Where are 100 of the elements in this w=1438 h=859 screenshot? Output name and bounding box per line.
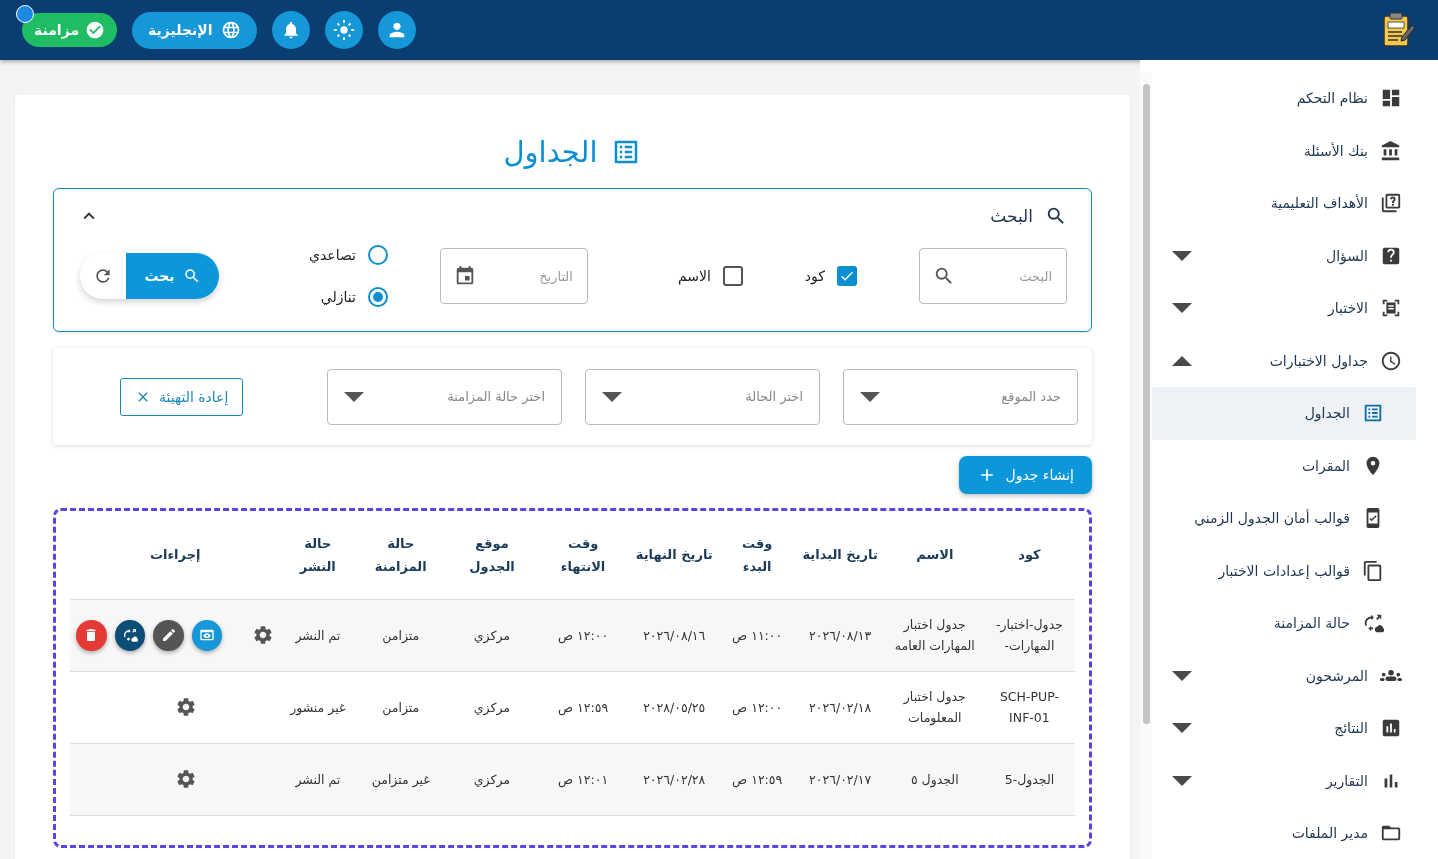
table-cell: ١٢:٠٠ ص: [537, 599, 629, 671]
table-cell: ١٢:٠٠ ص: [719, 671, 795, 743]
settings-button[interactable]: [252, 624, 275, 646]
scrollbar-thumb[interactable]: [1142, 84, 1150, 724]
radio-label[interactable]: تنازلي: [320, 289, 356, 305]
sun-icon: [332, 19, 355, 41]
settings-button[interactable]: [175, 768, 198, 790]
checkbox[interactable]: [722, 266, 743, 286]
gear-icon: [252, 624, 275, 646]
cloud-sync-icon: [121, 627, 138, 643]
sidebar-item[interactable]: المقرات: [1152, 439, 1416, 492]
checkbox-label[interactable]: كود: [804, 268, 825, 284]
clipboard-logo-icon: [1380, 11, 1416, 49]
preview-icon: [199, 627, 216, 643]
sidebar-item[interactable]: نظام التحكم: [1152, 72, 1416, 125]
date-field[interactable]: التاريخ: [439, 248, 588, 304]
sidebar-item[interactable]: قوالب إعدادات الاختبار: [1152, 544, 1416, 597]
table-cell: ١٢:٥٩ ص: [537, 671, 629, 743]
settings-button[interactable]: [175, 696, 198, 718]
table-cell: ٢٠٢٦/٠٢/١٧: [794, 743, 886, 815]
table-cell: مركزي: [446, 671, 538, 743]
cloud-sync-icon: [1362, 612, 1384, 635]
search-field[interactable]: البحث: [919, 248, 1067, 304]
column-header: كود: [983, 511, 1075, 599]
table-cell: جدول اختبار المهارات العامه: [885, 599, 984, 671]
bank-icon: [1380, 139, 1402, 162]
column-header: إجراءات: [70, 511, 281, 599]
clock-icon: [1380, 349, 1402, 372]
copy-icon: [1362, 559, 1384, 582]
sidebar-item[interactable]: قوالب أمان الجدول الزمني: [1152, 492, 1416, 545]
column-header: وقت البدء: [719, 511, 795, 599]
refresh-icon: [93, 266, 113, 286]
checkbox-label[interactable]: الاسم: [677, 268, 711, 284]
globe-icon: [220, 20, 241, 40]
table-cell: غير منشور: [280, 671, 356, 743]
sidebar-item[interactable]: حالة المزامنة: [1152, 597, 1416, 650]
radio-button[interactable]: [367, 245, 388, 265]
column-header: الاسم: [885, 511, 984, 599]
pencil-icon: [160, 627, 177, 643]
sync-button[interactable]: [114, 619, 146, 651]
view-button[interactable]: [191, 619, 223, 651]
table-cell: جدول-اختبار-المهارات-: [983, 599, 1075, 671]
gear-icon: [175, 696, 198, 718]
search-panel-title: البحث: [990, 206, 1033, 226]
select-field[interactable]: حدد الموقع: [843, 368, 1078, 425]
table-cell: مركزي: [446, 743, 538, 815]
table-cell: جدول اختبار المعلومات: [885, 671, 984, 743]
table-cell: ٢٠٢٦/٠٢/١٨: [794, 671, 886, 743]
table-cell: متزامن: [355, 599, 447, 671]
table-cell: مركزي: [446, 599, 538, 671]
theme-button[interactable]: [324, 11, 363, 49]
table-cell: ١١:٠٠ ص: [719, 599, 795, 671]
delete-button[interactable]: [76, 619, 107, 651]
table-cell: SCH-PUP-INF-01: [983, 671, 1075, 743]
column-header: وقت الانتهاء: [537, 511, 629, 599]
caret-down-icon: [602, 391, 622, 402]
profile-button[interactable]: [377, 11, 416, 49]
table-cell: ٢٠٢٦/٠٢/٢٨: [628, 743, 720, 815]
table-cell: ٢٠٢٨/٠٥/٢٥: [628, 671, 720, 743]
column-header: حالة النشر: [280, 511, 356, 599]
sidebar-item[interactable]: الاختبار: [1152, 282, 1416, 335]
table-cell: ٢٠٢٦/٠٨/١٦: [628, 599, 720, 671]
sidebar-item[interactable]: الجداول: [1152, 387, 1416, 440]
table-cell: ١٢:٠١ ص: [537, 743, 629, 815]
sidebar-item[interactable]: الأهداف التعليمية: [1152, 177, 1416, 230]
column-header: موقع الجدول: [446, 511, 538, 599]
sidebar-item[interactable]: النتائج: [1152, 702, 1416, 755]
column-header: تاريخ النهاية: [628, 511, 720, 599]
table-cell: ٢٠٢٦/٠٨/١٣: [794, 599, 886, 671]
table-cell: الجدول ٥: [885, 743, 984, 815]
search-icon: [1045, 205, 1067, 227]
sidebar-item[interactable]: السؤال: [1152, 229, 1416, 282]
select-field[interactable]: اختر حالة المزامنة: [327, 368, 562, 425]
gear-icon: [175, 768, 198, 790]
sidebar-item[interactable]: جداول الاختبارات: [1152, 334, 1416, 387]
sidebar-item[interactable]: مدير الملفات: [1152, 807, 1416, 859]
column-header: حالة المزامنة: [355, 511, 447, 599]
table-cell: تم النشر: [280, 599, 356, 671]
sidebar-item[interactable]: بنك الأسئلة: [1152, 124, 1416, 177]
caret-down-icon: [344, 391, 364, 402]
column-header: تاريخ البداية: [794, 511, 886, 599]
table-cell: تم النشر: [280, 743, 356, 815]
radio-label[interactable]: تصاعدي: [309, 247, 356, 263]
people-icon: [1380, 669, 1402, 683]
select-field[interactable]: اختر الحالة: [585, 368, 820, 425]
sidebar-item[interactable]: التقارير: [1152, 754, 1416, 807]
table-cell: الجدول-5: [983, 743, 1075, 815]
refresh-button[interactable]: [80, 253, 126, 299]
table-cell: ١٢:٥٩ ص: [719, 743, 795, 815]
page-title: الجداول: [503, 135, 598, 169]
edit-button[interactable]: [153, 619, 184, 651]
checkbox[interactable]: [837, 266, 857, 286]
search-icon: [933, 265, 955, 287]
caret-down-icon: [860, 391, 880, 402]
radio-button[interactable]: [367, 287, 388, 307]
table-cell: متزامن: [355, 671, 447, 743]
reset-button[interactable]: إعادة التهيئة: [120, 377, 244, 416]
table-cell: غير متزامن: [355, 743, 447, 815]
notifications-button[interactable]: [271, 11, 310, 49]
sidebar-item[interactable]: المرشحون: [1152, 649, 1416, 702]
